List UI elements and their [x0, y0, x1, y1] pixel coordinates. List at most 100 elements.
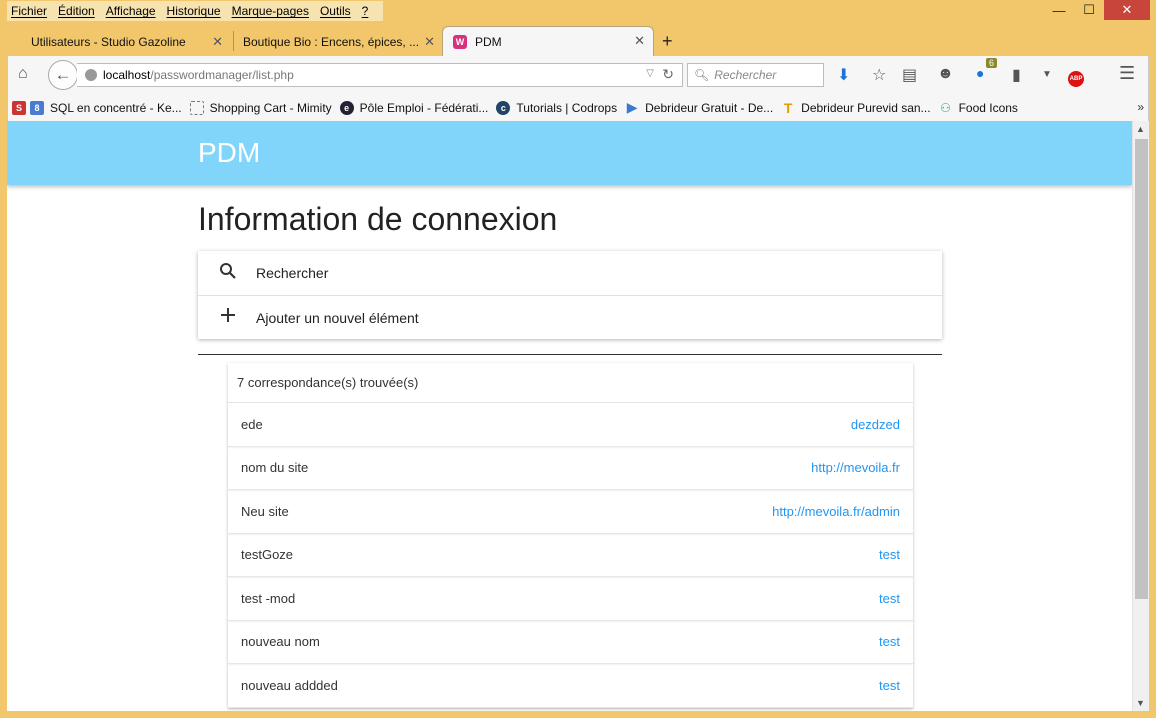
url-path: /passwordmanager/list.php [150, 68, 294, 82]
back-arrow-icon[interactable]: ← [48, 60, 78, 90]
table-row[interactable]: testGoze test [228, 534, 913, 577]
search-action[interactable]: Rechercher [198, 251, 942, 295]
home-icon[interactable]: ⌂ [18, 65, 28, 83]
globe-icon [85, 69, 97, 81]
search-icon [218, 262, 238, 285]
scrollbar-thumb[interactable] [1135, 139, 1148, 599]
row-name: nouveau addded [241, 677, 338, 693]
clipboard-icon[interactable]: ▮ [1012, 65, 1021, 85]
row-url-link[interactable]: test [879, 634, 900, 649]
download-icon[interactable]: ⬇ [837, 65, 850, 85]
bookmark-label: Pôle Emploi - Fédérati... [359, 100, 489, 115]
hamburger-menu-icon[interactable]: ☰ [1119, 63, 1135, 84]
food-icon: ⚇ [940, 100, 951, 115]
url-host: localhost [103, 68, 151, 82]
bookmarks-list-icon[interactable]: ▤ [902, 65, 917, 85]
menu-affichage[interactable]: Affichage [106, 4, 156, 18]
app-header: PDM [7, 121, 1132, 185]
row-url-link[interactable]: test [879, 547, 900, 562]
bookmark-sql[interactable]: S 8 SQL en concentré - Ke... [12, 100, 182, 115]
menu-edition[interactable]: Édition [58, 4, 95, 18]
bookmark-label: Food Icons [958, 100, 1018, 115]
add-item-action[interactable]: Ajouter un nouvel élément [198, 295, 942, 339]
tab-boutique-bio[interactable]: Boutique Bio : Encens, épices, ... ✕ [233, 28, 443, 55]
table-row[interactable]: test -mod test [228, 577, 913, 621]
bookmark-favicon-icon: e [339, 100, 354, 115]
address-bar[interactable]: localhost /passwordmanager/list.php ▽ ↻ [77, 63, 683, 87]
more-bookmarks-icon[interactable]: » [1137, 100, 1144, 114]
bookmark-pole-emploi[interactable]: e Pôle Emploi - Fédérati... [339, 100, 489, 115]
bookmark-debrideur-gratuit[interactable]: ▶ Debrideur Gratuit - De... [625, 99, 774, 115]
row-name: nom du site [241, 460, 309, 476]
app-brand[interactable]: PDM [198, 137, 260, 169]
menu-outils[interactable]: Outils [320, 4, 351, 18]
navigation-toolbar: ⌂ ← localhost /passwordmanager/list.php … [7, 56, 1149, 94]
tab-close-icon[interactable]: ✕ [212, 34, 223, 50]
reload-icon[interactable]: ↻ [662, 66, 674, 83]
adblock-icon[interactable]: ABP [1068, 67, 1084, 87]
bookmark-label: Tutorials | Codrops [516, 100, 618, 115]
extension-icon[interactable]: ● 6 [976, 58, 998, 83]
bookmark-label: SQL en concentré - Ke... [50, 100, 182, 115]
tab-label: Boutique Bio : Encens, épices, ... [243, 34, 420, 49]
page-viewport: PDM Information de connexion Rechercher … [7, 121, 1149, 711]
table-row[interactable]: nouveau addded test [228, 664, 913, 708]
bookmark-debrideur-purevid[interactable]: T Debrideur Purevid san... [781, 99, 931, 116]
row-url-link[interactable]: test [879, 678, 900, 693]
bookmark-favicon-icon: 8 [30, 100, 44, 115]
search-bar[interactable]: 🔍︎ Rechercher [687, 63, 824, 87]
bookmark-food-icons[interactable]: ⚇ Food Icons [939, 101, 1018, 115]
row-url-link[interactable]: test [879, 591, 900, 606]
menu-historique[interactable]: Historique [167, 4, 221, 18]
new-tab-icon[interactable]: + [662, 31, 673, 52]
search-icon: 🔍︎ [694, 68, 710, 82]
row-name: nouveau nom [241, 634, 320, 650]
scroll-down-icon[interactable]: ▼ [1136, 698, 1145, 708]
search-action-label: Rechercher [256, 265, 329, 281]
bookmark-label: Shopping Cart - Mimity [209, 100, 332, 115]
history-dropdown-icon[interactable]: ▽ [646, 68, 654, 79]
bookmark-star-icon[interactable]: ☆ [872, 65, 886, 85]
plus-icon [218, 307, 238, 328]
row-url-link[interactable]: http://mevoila.fr [811, 460, 900, 475]
add-item-label: Ajouter un nouvel élément [256, 309, 419, 326]
tab-utilisateurs[interactable]: Utilisateurs - Studio Gazoline ✕ [21, 28, 231, 55]
table-row[interactable]: nouveau nom test [228, 621, 913, 664]
table-row[interactable]: Neu site http://mevoila.fr/admin [228, 490, 913, 534]
tab-close-icon[interactable]: ✕ [634, 33, 645, 49]
dropdown-icon[interactable]: ▼ [1042, 69, 1052, 80]
section-divider [198, 354, 942, 355]
row-name: testGoze [241, 547, 294, 563]
maximize-icon[interactable]: ☐ [1074, 0, 1104, 20]
menu-bar: Fichier Édition Affichage Historique Mar… [7, 1, 384, 21]
close-window-icon[interactable]: ✕ [1104, 0, 1150, 20]
bookmark-favicon-icon: c [496, 100, 511, 115]
row-name: Neu site [241, 503, 289, 519]
bookmark-label: Debrideur Gratuit - De... [645, 100, 774, 115]
table-row[interactable]: nom du site http://mevoila.fr [228, 447, 913, 490]
scroll-up-icon[interactable]: ▲ [1136, 124, 1145, 134]
vertical-scrollbar[interactable]: ▲ ▼ [1132, 121, 1149, 711]
tab-close-icon[interactable]: ✕ [424, 34, 435, 50]
tab-pdm[interactable]: W PDM ✕ [442, 26, 654, 56]
bookmarks-toolbar: S 8 SQL en concentré - Ke... Shopping Ca… [7, 94, 1149, 121]
page-title: Information de connexion [198, 201, 558, 237]
row-url-link[interactable]: http://mevoila.fr/admin [772, 504, 900, 519]
tab-label: PDM [475, 34, 502, 49]
chat-icon[interactable]: ☻ [937, 65, 954, 83]
menu-fichier[interactable]: Fichier [11, 4, 47, 18]
bookmark-codrops[interactable]: c Tutorials | Codrops [496, 100, 618, 115]
bookmark-shopping-cart[interactable]: Shopping Cart - Mimity [189, 100, 332, 115]
action-list: Rechercher Ajouter un nouvel élément [198, 251, 942, 339]
tab-strip: Utilisateurs - Studio Gazoline ✕ Boutiqu… [7, 25, 1149, 56]
row-url-link[interactable]: dezdzed [851, 417, 900, 432]
table-row[interactable]: ede dezdzed [228, 403, 913, 447]
menu-marque-pages[interactable]: Marque-pages [232, 4, 309, 18]
results-count: 7 correspondance(s) trouvée(s) [228, 363, 913, 403]
results-card: 7 correspondance(s) trouvée(s) ede dezdz… [228, 363, 913, 708]
minimize-icon[interactable]: — [1044, 0, 1074, 20]
menu-help[interactable]: ? [362, 4, 369, 18]
wamp-favicon-icon: W [453, 34, 467, 49]
bookmark-favicon-icon: T [783, 99, 793, 116]
window-controls: — ☐ ✕ [1044, 0, 1150, 20]
